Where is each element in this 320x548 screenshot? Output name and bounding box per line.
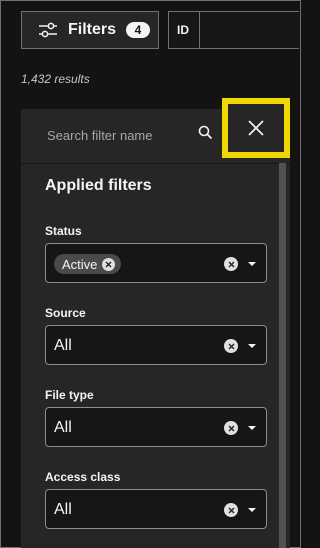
file-type-filter-value: All <box>54 419 72 436</box>
source-filter-value: All <box>54 337 72 354</box>
id-search-field[interactable]: ID <box>168 11 299 49</box>
filters-count-badge: 4 <box>126 22 151 38</box>
clear-icon[interactable] <box>224 421 238 435</box>
filter-search-input[interactable] <box>45 124 209 146</box>
id-field-divider <box>199 12 200 48</box>
chevron-down-icon[interactable] <box>247 261 257 267</box>
status-filter-select[interactable]: Active <box>45 243 267 283</box>
id-field-label: ID <box>177 23 189 37</box>
filter-search-row <box>21 98 290 164</box>
clear-icon[interactable] <box>224 339 238 353</box>
access-class-filter-select[interactable]: All <box>45 489 267 529</box>
scrollbar-thumb[interactable] <box>279 163 286 548</box>
filters-button-label: Filters <box>68 21 117 38</box>
sliders-icon <box>39 22 57 38</box>
access-class-filter-value: All <box>54 501 72 518</box>
search-icon[interactable] <box>198 125 213 140</box>
file-type-filter-label: File type <box>45 388 94 402</box>
results-count: 1,432 results <box>21 72 90 86</box>
source-filter-select[interactable]: All <box>45 325 267 365</box>
source-filter-label: Source <box>45 306 86 320</box>
file-type-filter-select[interactable]: All <box>45 407 267 447</box>
applied-filters-heading: Applied filters <box>45 177 152 194</box>
filters-button[interactable]: Filters 4 <box>21 11 159 49</box>
filter-panel: Applied filters Status Active Source All… <box>21 98 290 548</box>
chip-remove-icon[interactable] <box>102 257 116 271</box>
close-icon <box>248 120 264 136</box>
chevron-down-icon[interactable] <box>247 425 257 431</box>
status-chip-active: Active <box>54 254 122 274</box>
chevron-down-icon[interactable] <box>247 343 257 349</box>
close-panel-button[interactable] <box>222 98 290 158</box>
chevron-down-icon[interactable] <box>247 507 257 513</box>
status-chip-label: Active <box>62 256 98 272</box>
clear-icon[interactable] <box>224 503 238 517</box>
status-filter-label: Status <box>45 224 82 238</box>
clear-icon[interactable] <box>224 257 238 271</box>
access-class-filter-label: Access class <box>45 470 121 484</box>
